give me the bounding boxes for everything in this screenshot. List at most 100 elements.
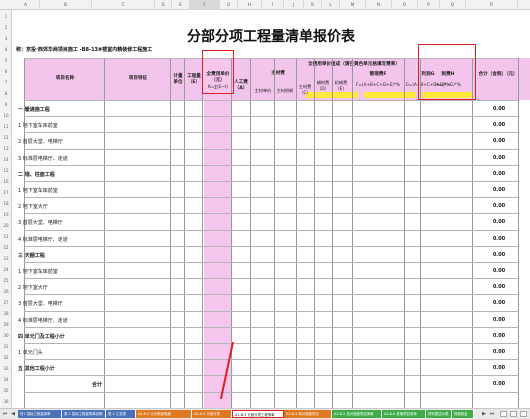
row-label[interactable]: 1 地下室车库前室 [18, 122, 58, 129]
row-number[interactable]: 14 [0, 157, 12, 162]
row-number[interactable]: 33 [0, 366, 12, 371]
row-label[interactable]: 2 地下室大厅 [18, 203, 48, 210]
sheet-tab[interactable]: A1-B-2 计价规费明细 [136, 410, 192, 418]
row-number[interactable]: 5 [0, 58, 12, 63]
row-number[interactable]: 28 [0, 311, 12, 316]
row-number[interactable]: 17 [0, 190, 12, 195]
row-number[interactable]: 2 [0, 25, 12, 30]
row-number[interactable]: 19 [0, 212, 12, 217]
row-number[interactable]: 24 [0, 267, 12, 272]
row-number[interactable]: 13 [0, 146, 12, 151]
view-mode-icon[interactable] [510, 411, 517, 417]
column-header-d[interactable]: D [155, 0, 172, 10]
row-number[interactable]: 27 [0, 300, 12, 305]
row-total-value[interactable]: 0.00 [482, 219, 516, 225]
row-total-value[interactable]: 0.00 [482, 155, 516, 161]
row-number[interactable]: 35 [0, 388, 12, 393]
row-label[interactable]: 1 单元门头 [18, 349, 43, 356]
sheet-tab[interactable]: 表-1 招标工程量清单说明 [62, 410, 106, 418]
row-total-value[interactable]: 0.00 [482, 300, 516, 306]
row-label[interactable]: 2 地下室大厅 [18, 284, 48, 291]
tab-prev-icon[interactable]: ◀ [9, 410, 17, 418]
row-number[interactable]: 32 [0, 355, 12, 360]
sheet-tab[interactable]: A2-B-4 单价措施项目 [284, 410, 332, 418]
row-number[interactable]: 1 [0, 14, 12, 19]
row-number[interactable]: 26 [0, 289, 12, 294]
worksheet-grid[interactable]: 分部分项工程量清单报价表 称：京投·西郊华商项目施工 -B8-13#楼室内精装修… [12, 10, 530, 408]
row-label[interactable]: 1 地下室车库前室 [18, 268, 58, 275]
column-header-e[interactable]: E [172, 0, 190, 10]
tab-first-icon[interactable]: ⏮ [1, 410, 9, 418]
column-header-n[interactable]: N [366, 0, 392, 10]
row-number[interactable]: 11 [0, 124, 12, 129]
row-number[interactable]: 16 [0, 179, 12, 184]
row-label[interactable]: 3 首层大堂、电梯厅 [18, 300, 63, 307]
sheet-tab[interactable]: 规费税金 [452, 410, 474, 418]
row-total-value[interactable]: 0.00 [482, 203, 516, 209]
row-label[interactable]: 4 标准层电梯厅、走道 [18, 317, 68, 324]
row-total-value[interactable]: 0.00 [482, 317, 516, 323]
row-label[interactable]: 五 其他工程小计 [18, 365, 55, 372]
row-number[interactable]: 25 [0, 278, 12, 283]
row-label[interactable]: 合计 [92, 381, 102, 388]
column-header-p[interactable]: P [418, 0, 440, 10]
row-total-value[interactable]: 0.00 [482, 333, 516, 339]
row-label[interactable]: 3 标准层电梯厅、走道 [18, 155, 68, 162]
row-total-value[interactable]: 0.00 [482, 381, 516, 387]
tab-next-icon[interactable]: ▶ [480, 410, 488, 418]
column-header-m[interactable]: M [340, 0, 366, 10]
tab-last-icon[interactable]: ⏭ [488, 410, 496, 418]
column-header-q[interactable]: Q [440, 0, 466, 10]
row-number[interactable]: 34 [0, 377, 12, 382]
row-number[interactable]: 10 [0, 113, 12, 118]
row-number[interactable]: 21 [0, 234, 12, 239]
row-number[interactable]: 22 [0, 245, 12, 250]
row-number[interactable]: 6 [0, 69, 12, 74]
row-number[interactable]: 30 [0, 333, 12, 338]
column-header-b[interactable]: B [40, 0, 92, 10]
sheet-tab[interactable]: 封1 招标工程量清单 [18, 410, 62, 418]
row-total-value[interactable]: 0.00 [482, 138, 516, 144]
row-number[interactable]: 3 [0, 36, 12, 41]
row-number[interactable]: 31 [0, 344, 12, 349]
row-number[interactable]: 20 [0, 223, 12, 228]
row-total-value[interactable]: 0.00 [482, 187, 516, 193]
row-label[interactable]: 二 墙、柱面工程 [18, 171, 55, 178]
row-total-value[interactable]: 0.00 [482, 252, 516, 258]
row-number[interactable]: 23 [0, 256, 12, 261]
sheet-tab[interactable]: 材料暂估价表 [426, 410, 452, 418]
column-header-i[interactable]: I [262, 0, 284, 10]
row-number[interactable]: 12 [0, 135, 12, 140]
column-header-g[interactable]: G [220, 0, 238, 10]
column-header-r[interactable]: R [466, 0, 518, 10]
row-number[interactable]: 7 [0, 80, 12, 85]
row-label[interactable]: 三 天棚工程 [18, 252, 45, 259]
row-total-value[interactable]: 0.00 [482, 268, 516, 274]
row-total-value[interactable]: 0.00 [482, 284, 516, 290]
row-total-value[interactable]: 0.00 [482, 349, 516, 355]
row-number[interactable]: 36 [0, 399, 12, 404]
column-header-o[interactable]: O [392, 0, 418, 10]
row-total-value[interactable]: 0.00 [482, 106, 516, 112]
row-number[interactable]: 29 [0, 322, 12, 327]
row-total-value[interactable]: 0.00 [482, 236, 516, 242]
sheet-tab[interactable]: A2-B-3 分部分项 [192, 410, 232, 418]
row-total-value[interactable]: 0.00 [482, 171, 516, 177]
sheet-tab[interactable]: A2-B-5 总价措施项目清单 [332, 410, 382, 418]
tax-rate-input[interactable] [422, 92, 472, 98]
column-header-a[interactable]: A [12, 0, 40, 10]
row-total-value[interactable]: 0.00 [482, 365, 516, 371]
column-header-l[interactable]: L [322, 0, 340, 10]
row-label[interactable]: 2 首层大堂、电梯厅 [18, 138, 63, 145]
row-label[interactable]: 3 首层大堂、电梯厅 [18, 219, 63, 226]
sheet-tab[interactable]: A2-B-6 其他项目清单 [382, 410, 426, 418]
row-number[interactable]: 18 [0, 201, 12, 206]
zoom-icon[interactable] [520, 411, 527, 417]
profit-rate-input[interactable] [364, 92, 416, 98]
row-label[interactable]: 四 单元门及工程小计 [18, 333, 65, 340]
sheet-tab[interactable]: 表-2 汇总表 [106, 410, 136, 418]
sheet-tab[interactable]: A2-B-3 分部分项工程清单 [232, 410, 284, 418]
row-label[interactable]: 4 标准层电梯厅、走道 [18, 236, 68, 243]
add-sheet-icon[interactable] [500, 411, 507, 417]
row-label[interactable]: 一 暖通施工程 [18, 106, 50, 113]
